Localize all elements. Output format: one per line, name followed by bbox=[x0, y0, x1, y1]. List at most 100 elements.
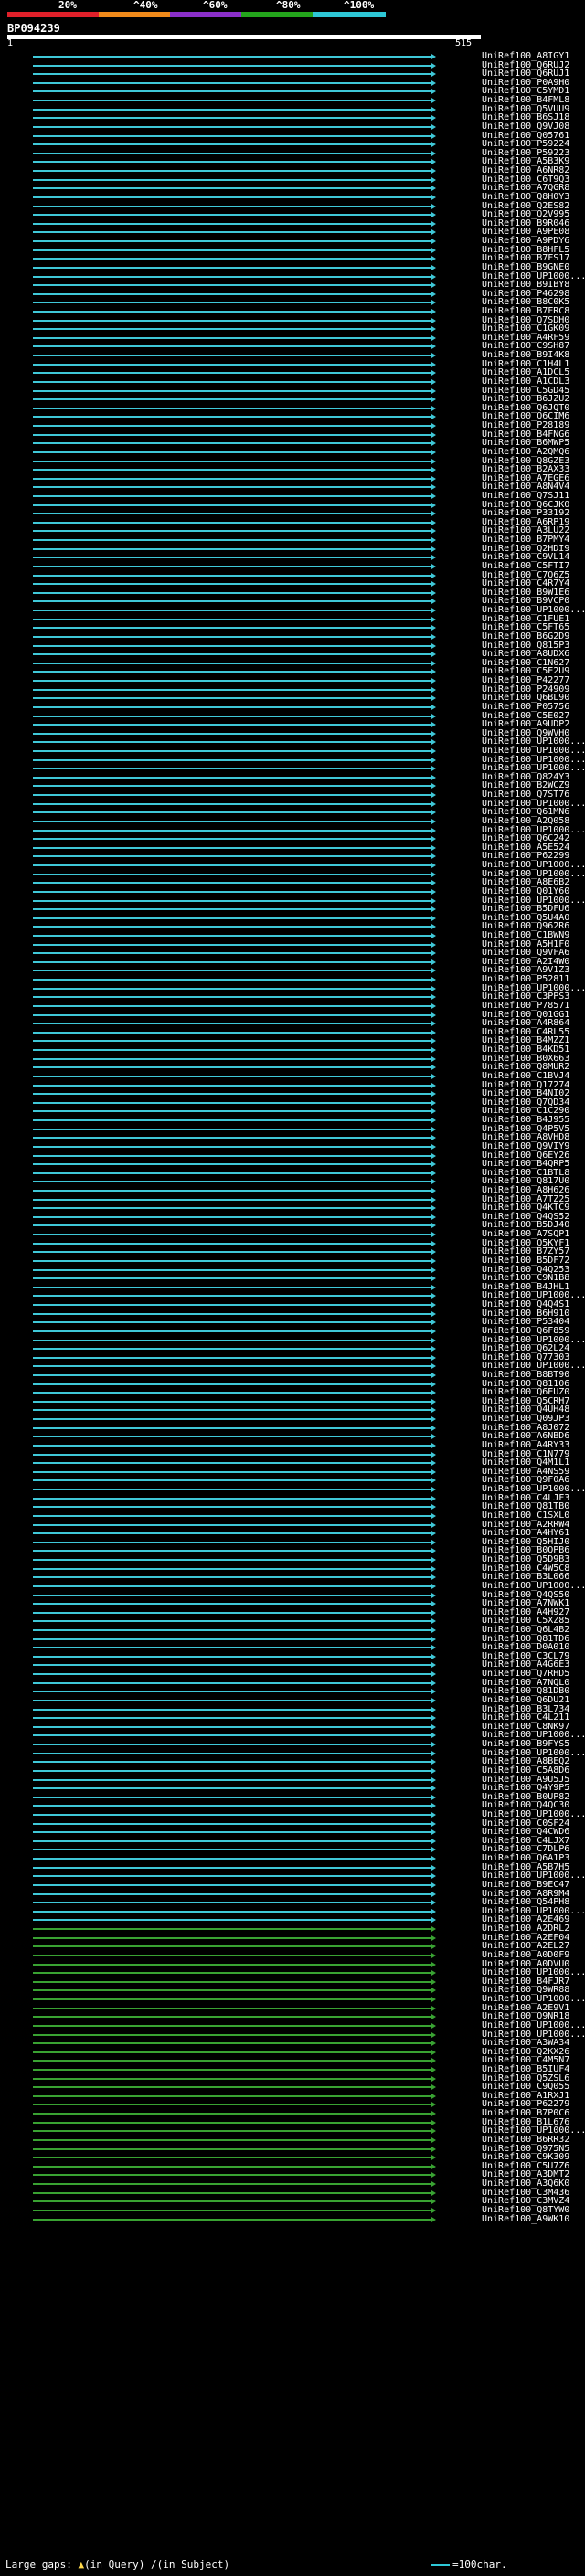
hit-alignment[interactable] bbox=[33, 398, 431, 401]
hit-alignment[interactable] bbox=[33, 1761, 431, 1764]
hit-alignment[interactable] bbox=[33, 899, 431, 902]
hit-alignment[interactable] bbox=[33, 1198, 431, 1201]
hit-alignment[interactable] bbox=[33, 1224, 431, 1227]
hit-alignment[interactable] bbox=[33, 1541, 431, 1543]
hit-alignment[interactable] bbox=[33, 152, 431, 154]
hit-alignment[interactable] bbox=[33, 1084, 431, 1087]
hit-alignment[interactable] bbox=[33, 1506, 431, 1509]
hit-alignment[interactable] bbox=[33, 1189, 431, 1192]
hit-alignment[interactable] bbox=[33, 2200, 431, 2203]
hit-alignment[interactable] bbox=[33, 1822, 431, 1825]
hit-alignment[interactable] bbox=[33, 741, 431, 744]
hit-alignment[interactable] bbox=[33, 1057, 431, 1060]
hit-alignment[interactable] bbox=[33, 1470, 431, 1473]
hit-alignment[interactable] bbox=[33, 802, 431, 805]
hit-alignment[interactable] bbox=[33, 336, 431, 339]
hit-alignment[interactable] bbox=[33, 1778, 431, 1781]
hit-alignment[interactable] bbox=[33, 56, 431, 58]
hit-alignment[interactable] bbox=[33, 125, 431, 128]
hit-alignment[interactable] bbox=[33, 1251, 431, 1254]
hit-alignment[interactable] bbox=[33, 240, 431, 243]
hit-alignment[interactable] bbox=[33, 1628, 431, 1631]
hit-alignment[interactable] bbox=[33, 1744, 431, 1746]
hit-alignment[interactable] bbox=[33, 1787, 431, 1790]
hit-alignment[interactable] bbox=[33, 574, 431, 577]
hit-alignment[interactable] bbox=[33, 345, 431, 348]
hit-alignment[interactable] bbox=[33, 1128, 431, 1130]
hit-alignment[interactable] bbox=[33, 758, 431, 761]
hit-alignment[interactable] bbox=[33, 1040, 431, 1043]
hit-alignment[interactable] bbox=[33, 1664, 431, 1667]
hit-alignment[interactable] bbox=[33, 705, 431, 708]
hit-alignment[interactable] bbox=[33, 521, 431, 524]
hit-alignment[interactable] bbox=[33, 2130, 431, 2133]
hit-alignment[interactable] bbox=[33, 1769, 431, 1772]
hit-alignment[interactable] bbox=[33, 2007, 431, 2009]
hit-alignment[interactable] bbox=[33, 1207, 431, 1210]
hit-alignment[interactable] bbox=[33, 1954, 431, 1956]
hit-alignment[interactable] bbox=[33, 565, 431, 567]
hit-alignment[interactable] bbox=[33, 794, 431, 797]
hit-alignment[interactable] bbox=[33, 249, 431, 251]
hit-alignment[interactable] bbox=[33, 846, 431, 849]
hit-alignment[interactable] bbox=[33, 2183, 431, 2186]
hit-alignment[interactable] bbox=[33, 749, 431, 752]
hit-alignment[interactable] bbox=[33, 1163, 431, 1166]
hit-alignment[interactable] bbox=[33, 1181, 431, 1183]
hit-alignment[interactable] bbox=[33, 1910, 431, 1913]
hit-alignment[interactable] bbox=[33, 117, 431, 120]
hit-alignment[interactable] bbox=[33, 1892, 431, 1895]
hit-alignment[interactable] bbox=[33, 1989, 431, 1992]
hit-alignment[interactable] bbox=[33, 2191, 431, 2194]
hit-alignment[interactable] bbox=[33, 1681, 431, 1684]
hit-alignment[interactable] bbox=[33, 2121, 431, 2124]
hit-alignment[interactable] bbox=[33, 81, 431, 84]
hit-alignment[interactable] bbox=[33, 644, 431, 647]
hit-alignment[interactable] bbox=[33, 2024, 431, 2027]
hit-alignment[interactable] bbox=[33, 2113, 431, 2115]
hit-alignment[interactable] bbox=[33, 530, 431, 533]
hit-alignment[interactable] bbox=[33, 2174, 431, 2177]
hit-alignment[interactable] bbox=[33, 1532, 431, 1535]
hit-alignment[interactable] bbox=[33, 1928, 431, 1931]
hit-alignment[interactable] bbox=[33, 2016, 431, 2019]
hit-alignment[interactable] bbox=[33, 1638, 431, 1640]
hit-alignment[interactable] bbox=[33, 671, 431, 673]
hit-alignment[interactable] bbox=[33, 1259, 431, 1262]
hit-alignment[interactable] bbox=[33, 2060, 431, 2062]
hit-alignment[interactable] bbox=[33, 1945, 431, 1948]
hit-alignment[interactable] bbox=[33, 407, 431, 409]
hit-alignment[interactable] bbox=[33, 1717, 431, 1720]
hit-alignment[interactable] bbox=[33, 451, 431, 453]
hit-alignment[interactable] bbox=[33, 1215, 431, 1218]
hit-alignment[interactable] bbox=[33, 610, 431, 612]
hit-alignment[interactable] bbox=[33, 970, 431, 972]
hit-alignment[interactable] bbox=[33, 688, 431, 691]
hit-alignment[interactable] bbox=[33, 1268, 431, 1271]
hit-alignment[interactable] bbox=[33, 302, 431, 304]
hit-alignment[interactable] bbox=[33, 1523, 431, 1526]
hit-alignment[interactable] bbox=[33, 284, 431, 287]
hit-alignment[interactable] bbox=[33, 1839, 431, 1842]
hit-alignment[interactable] bbox=[33, 1242, 431, 1245]
hit-alignment[interactable] bbox=[33, 460, 431, 462]
hit-alignment[interactable] bbox=[33, 1673, 431, 1676]
hit-alignment[interactable] bbox=[33, 486, 431, 489]
hit-alignment[interactable] bbox=[33, 1550, 431, 1553]
hit-alignment[interactable] bbox=[33, 64, 431, 67]
hit-alignment[interactable] bbox=[33, 196, 431, 198]
hit-alignment[interactable] bbox=[33, 1154, 431, 1157]
hit-alignment[interactable] bbox=[33, 1479, 431, 1482]
hit-alignment[interactable] bbox=[33, 1576, 431, 1579]
hit-alignment[interactable] bbox=[33, 355, 431, 357]
hit-alignment[interactable] bbox=[33, 1444, 431, 1447]
hit-alignment[interactable] bbox=[33, 943, 431, 946]
hit-alignment[interactable] bbox=[33, 882, 431, 885]
hit-alignment[interactable] bbox=[33, 513, 431, 515]
hit-alignment[interactable] bbox=[33, 214, 431, 217]
hit-alignment[interactable] bbox=[33, 662, 431, 664]
hit-alignment[interactable] bbox=[33, 100, 431, 102]
hit-alignment[interactable] bbox=[33, 469, 431, 472]
hit-alignment[interactable] bbox=[33, 1312, 431, 1315]
hit-alignment[interactable] bbox=[33, 732, 431, 735]
